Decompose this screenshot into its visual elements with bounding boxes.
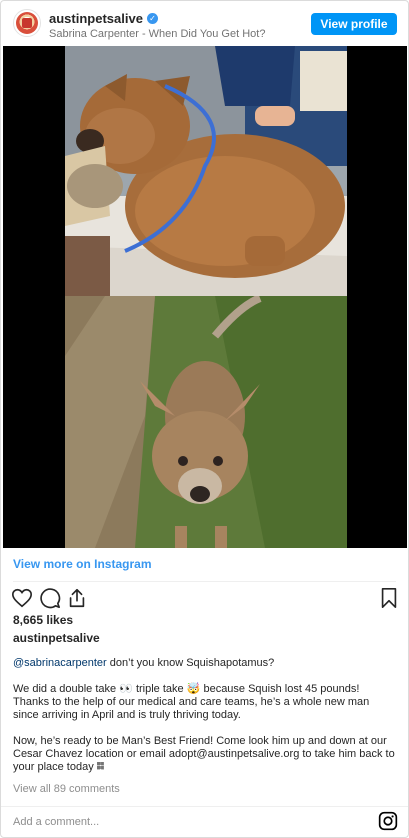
verified-badge-icon: ✓ <box>146 13 158 24</box>
caption-paragraph-3: Now, he’s ready to be Man’s Best Friend!… <box>13 735 395 773</box>
bookmark-icon[interactable] <box>378 587 400 609</box>
mention-link[interactable]: @sabrinacarpenter <box>13 657 107 669</box>
heart-icon[interactable] <box>11 587 33 609</box>
username-link[interactable]: austinpetsalive <box>49 11 143 26</box>
comment-icon[interactable] <box>39 587 61 609</box>
divider <box>13 581 396 582</box>
post-owner-username[interactable]: austinpetsalive <box>13 631 100 645</box>
caption-paragraph-2: We did a double take 👀 triple take 🤯 bec… <box>13 683 370 721</box>
caption-line-1: @sabrinacarpenter don’t you know Squisha… <box>13 657 398 670</box>
profile-avatar[interactable] <box>13 9 41 37</box>
post-caption: @sabrinacarpenter don’t you know Squisha… <box>13 657 398 787</box>
likes-count[interactable]: 8,665 likes <box>13 613 73 627</box>
view-more-on-instagram-link[interactable]: View more on Instagram <box>13 557 152 571</box>
view-profile-button[interactable]: View profile <box>311 13 397 35</box>
view-all-comments-link[interactable]: View all 89 comments <box>13 783 120 795</box>
add-comment-input[interactable]: Add a comment... <box>13 816 99 828</box>
post-media[interactable] <box>3 46 407 548</box>
photo-dog-after <box>65 296 347 548</box>
photo-dog-before <box>65 46 347 296</box>
user-info: austinpetsalive ✓ Sabrina Carpenter - Wh… <box>49 11 265 41</box>
instagram-embed-card: austinpetsalive ✓ Sabrina Carpenter - Wh… <box>0 0 409 838</box>
instagram-icon[interactable] <box>378 811 398 831</box>
share-icon[interactable] <box>66 587 88 609</box>
avatar-logo-icon <box>16 12 38 34</box>
caption-line-1-text: don’t you know Squishapotamus? <box>106 657 275 669</box>
divider <box>1 806 408 807</box>
action-bar <box>11 587 400 609</box>
post-header: austinpetsalive ✓ Sabrina Carpenter - Wh… <box>1 1 408 47</box>
audio-track-label[interactable]: Sabrina Carpenter - When Did You Get Hot… <box>49 28 265 41</box>
